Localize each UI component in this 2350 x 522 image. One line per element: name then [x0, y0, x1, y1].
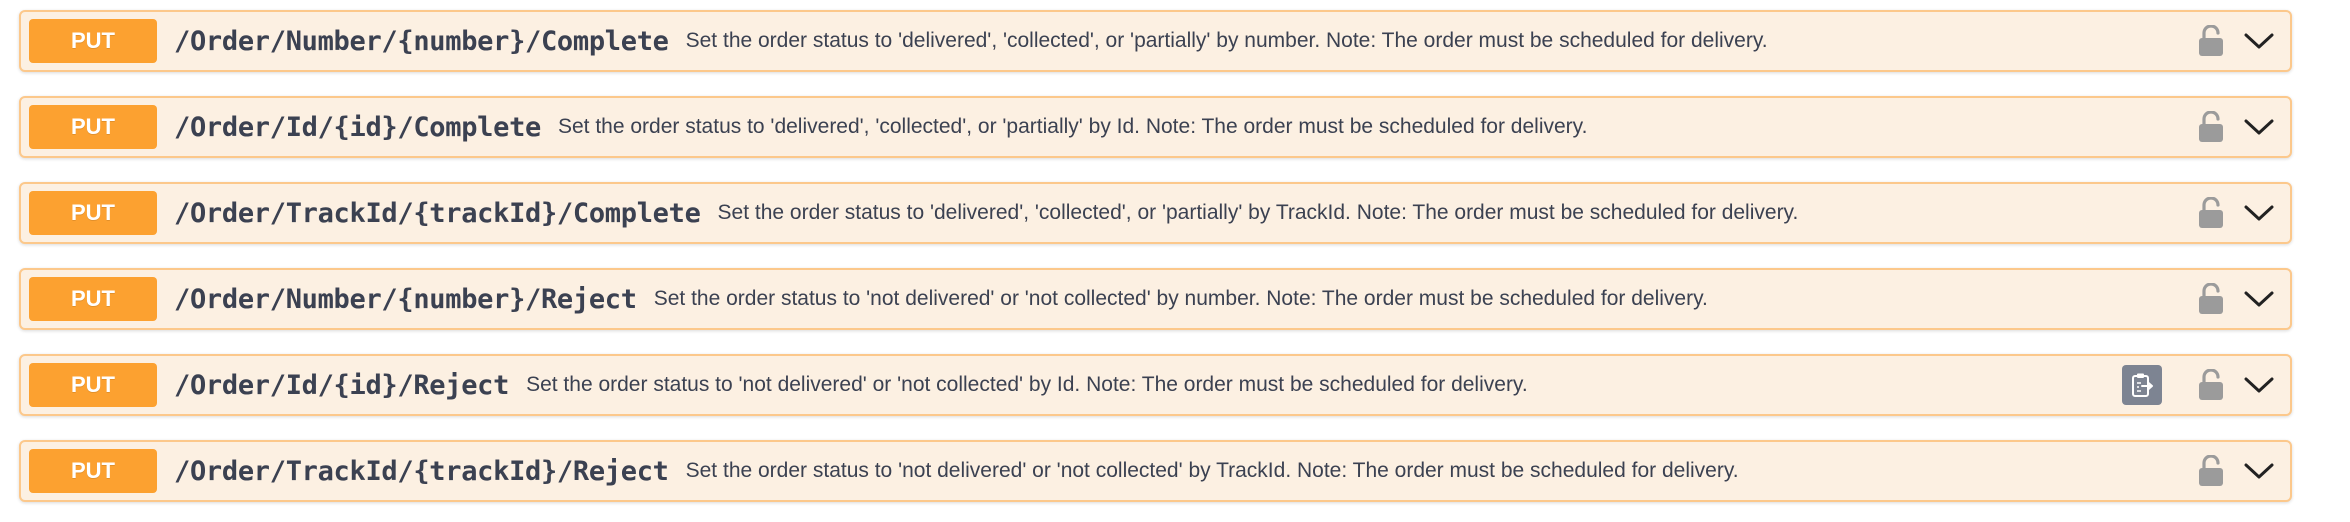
http-method-badge: PUT: [29, 191, 157, 235]
copy-to-clipboard-button[interactable]: [2122, 365, 2162, 405]
chevron-down-icon[interactable]: [2242, 282, 2276, 316]
http-method-badge: PUT: [29, 19, 157, 63]
endpoint-summary: Set the order status to 'delivered', 'co…: [685, 29, 1768, 52]
http-method-badge: PUT: [29, 277, 157, 321]
operation-block[interactable]: PUT /Order/Number/{number}/Reject Set th…: [19, 268, 2292, 330]
endpoint-summary: Set the order status to 'not delivered' …: [526, 373, 1528, 396]
endpoint-path[interactable]: /Order/Number/{number}/Reject: [174, 284, 637, 315]
endpoint-summary: Set the order status to 'delivered', 'co…: [717, 201, 1799, 224]
unlocked-padlock-icon[interactable]: [2196, 454, 2226, 488]
unlocked-padlock-icon[interactable]: [2196, 196, 2226, 230]
operation-block[interactable]: PUT /Order/Id/{id}/Complete Set the orde…: [19, 96, 2292, 158]
endpoint-path[interactable]: /Order/TrackId/{trackId}/Complete: [174, 198, 701, 229]
endpoint-path[interactable]: /Order/TrackId/{trackId}/Reject: [174, 456, 669, 487]
endpoint-summary: Set the order status to 'not delivered' …: [653, 287, 1708, 310]
operation-block[interactable]: PUT /Order/Number/{number}/Complete Set …: [19, 10, 2292, 72]
endpoint-path[interactable]: /Order/Id/{id}/Reject: [174, 370, 509, 401]
chevron-down-icon[interactable]: [2242, 196, 2276, 230]
unlocked-padlock-icon[interactable]: [2196, 282, 2226, 316]
unlocked-padlock-icon[interactable]: [2196, 368, 2226, 402]
endpoint-path[interactable]: /Order/Number/{number}/Complete: [174, 26, 669, 57]
http-method-badge: PUT: [29, 449, 157, 493]
operations-list: PUT /Order/Number/{number}/Complete Set …: [19, 10, 2292, 522]
unlocked-padlock-icon[interactable]: [2196, 24, 2226, 58]
http-method-badge: PUT: [29, 105, 157, 149]
operation-block[interactable]: PUT /Order/TrackId/{trackId}/Reject Set …: [19, 440, 2292, 502]
chevron-down-icon[interactable]: [2242, 24, 2276, 58]
http-method-badge: PUT: [29, 363, 157, 407]
unlocked-padlock-icon[interactable]: [2196, 110, 2226, 144]
endpoint-summary: Set the order status to 'delivered', 'co…: [557, 115, 1588, 138]
chevron-down-icon[interactable]: [2242, 454, 2276, 488]
chevron-down-icon[interactable]: [2242, 110, 2276, 144]
operation-block[interactable]: PUT /Order/Id/{id}/Reject Set the order …: [19, 354, 2292, 416]
endpoint-summary: Set the order status to 'not delivered' …: [685, 459, 1739, 482]
chevron-down-icon[interactable]: [2242, 368, 2276, 402]
endpoint-path[interactable]: /Order/Id/{id}/Complete: [174, 112, 541, 143]
operation-block[interactable]: PUT /Order/TrackId/{trackId}/Complete Se…: [19, 182, 2292, 244]
copy-to-clipboard-icon: [2132, 373, 2153, 397]
